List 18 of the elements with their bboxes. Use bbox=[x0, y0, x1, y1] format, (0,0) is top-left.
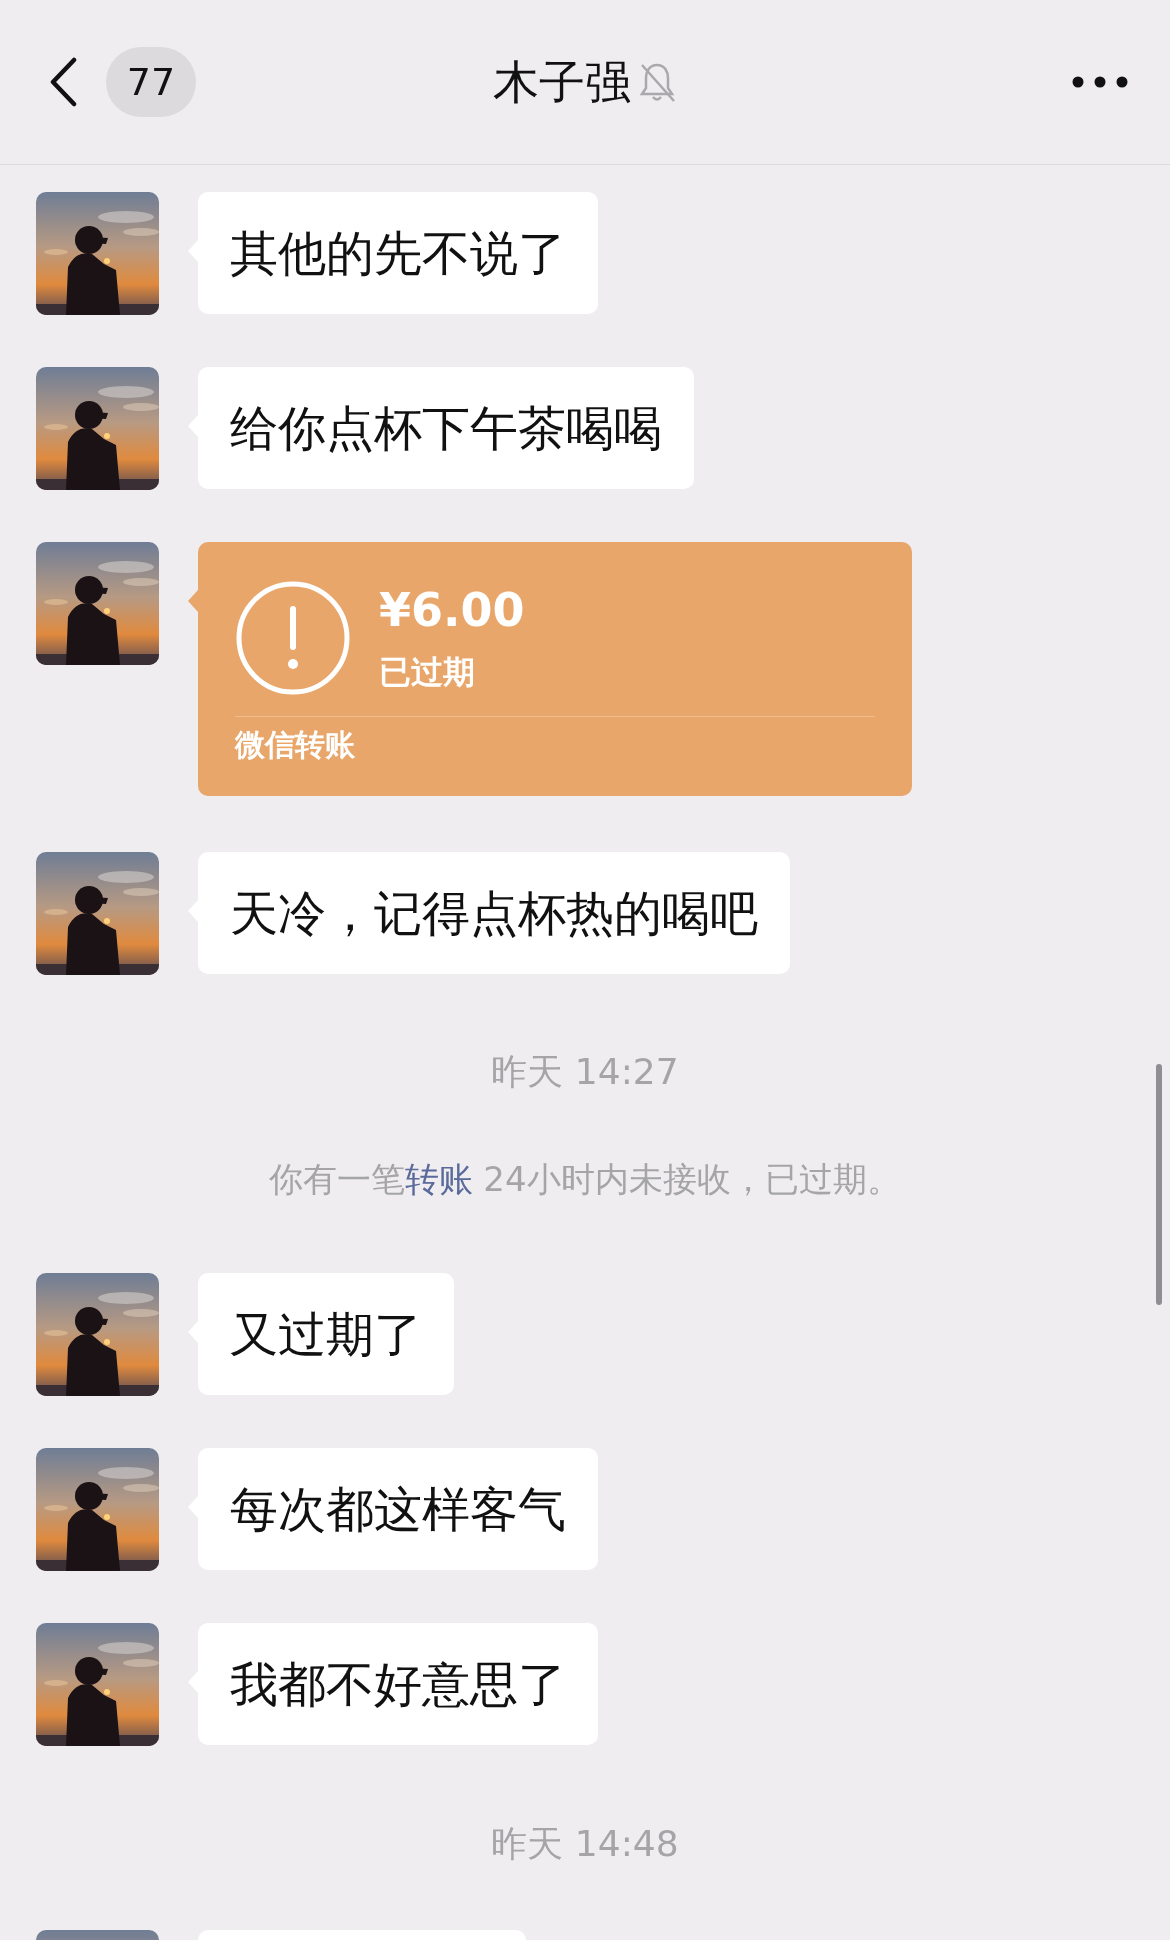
message-bubble: 给你点杯下午茶喝喝 bbox=[198, 367, 694, 489]
transfer-link[interactable]: 转账 bbox=[405, 1159, 474, 1199]
timestamp: 昨天 14:27 bbox=[491, 1050, 679, 1094]
chat-title: 木子强 bbox=[493, 53, 631, 111]
message-bubble: 每次都这样客气 bbox=[198, 1448, 598, 1570]
transfer-amount: ¥6.00 bbox=[379, 582, 525, 638]
transfer-status: 已过期 bbox=[379, 652, 476, 693]
message-bubble: 又过期了 bbox=[198, 1273, 454, 1395]
system-message: 你有一笔转账 24小时内未接收，已过期。 bbox=[269, 1158, 901, 1201]
timestamp: 昨天 14:48 bbox=[491, 1822, 679, 1866]
transfer-label: 微信转账 bbox=[235, 726, 356, 764]
message-bubble: 其他的先不说了 bbox=[198, 192, 598, 314]
back-icon[interactable] bbox=[48, 57, 78, 107]
unread-badge: 77 bbox=[106, 47, 196, 117]
message-bubble: 天冷，记得点杯热的喝吧 bbox=[198, 852, 790, 974]
exclamation-icon bbox=[235, 580, 351, 696]
message-bubble: 我都不好意思了 bbox=[198, 1623, 598, 1745]
more-icon[interactable] bbox=[1072, 76, 1128, 88]
